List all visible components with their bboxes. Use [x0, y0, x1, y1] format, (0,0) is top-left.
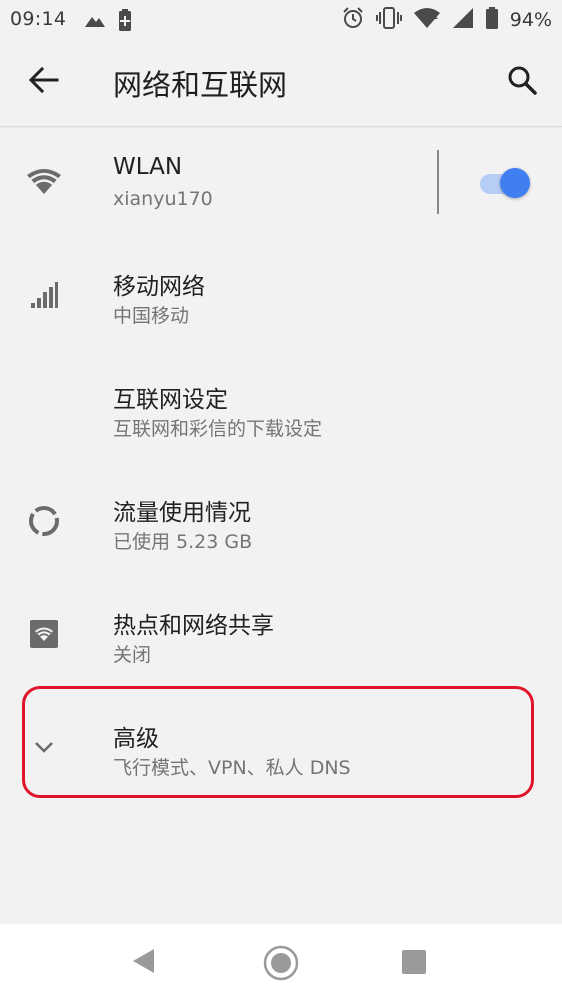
status-bar: 09:14 94% [0, 0, 562, 40]
app-bar: 网络和互联网 [0, 40, 562, 127]
setting-wlan[interactable]: WLAN xianyu170 [0, 126, 562, 239]
setting-title: 互联网设定 [113, 387, 228, 413]
setting-title: 流量使用情况 [113, 500, 251, 526]
setting-summary: 关闭 [113, 644, 152, 666]
setting-title: 移动网络 [113, 274, 205, 300]
setting-summary: 已使用 5.23 GB [113, 531, 253, 553]
data-usage-icon [22, 501, 66, 541]
cellular-signal-icon [22, 275, 66, 315]
status-time: 09:14 [10, 8, 67, 30]
setting-summary: xianyu170 [113, 188, 213, 210]
page-title: 网络和互联网 [113, 68, 288, 102]
settings-list: WLAN xianyu170 移动网络 中国移动 互联网设定 互联网和彩信的下载… [0, 126, 562, 804]
nav-home-icon[interactable] [262, 944, 300, 986]
toggle-thumb [500, 168, 530, 198]
status-left-icons [84, 9, 132, 35]
search-button[interactable] [498, 58, 546, 106]
arrow-back-icon [28, 66, 59, 97]
setting-title: 高级 [113, 726, 159, 752]
setting-summary: 飞行模式、VPN、私人 DNS [113, 757, 351, 779]
setting-mobile-network[interactable]: 移动网络 中国移动 [0, 239, 562, 352]
mountain-icon [84, 12, 106, 32]
wlan-toggle[interactable] [478, 168, 532, 198]
wifi-icon [22, 162, 66, 202]
battery-icon [485, 7, 498, 33]
setting-summary: 中国移动 [113, 305, 190, 327]
setting-hotspot[interactable]: 热点和网络共享 关闭 [0, 578, 562, 691]
setting-summary: 互联网和彩信的下载设定 [113, 418, 323, 440]
toggle-divider [437, 150, 439, 214]
vibrate-icon [375, 7, 402, 33]
chevron-down-icon [22, 727, 66, 767]
hotspot-icon [22, 614, 66, 654]
wifi-icon [413, 7, 440, 33]
battery-saver-icon [118, 9, 132, 35]
cellular-icon [452, 7, 474, 33]
search-icon [507, 65, 537, 99]
nav-recents-icon[interactable] [402, 950, 426, 974]
back-button[interactable] [20, 58, 68, 106]
setting-internet[interactable]: 互联网设定 互联网和彩信的下载设定 [0, 352, 562, 465]
setting-title: WLAN [113, 154, 183, 180]
setting-title: 热点和网络共享 [113, 613, 274, 639]
setting-advanced[interactable]: 高级 飞行模式、VPN、私人 DNS [0, 691, 562, 804]
status-right-icons: 94% [342, 7, 552, 33]
battery-percent: 94% [509, 9, 552, 31]
alarm-icon [342, 7, 364, 33]
nav-back-icon[interactable] [128, 946, 158, 980]
setting-data-usage[interactable]: 流量使用情况 已使用 5.23 GB [0, 465, 562, 578]
nav-bar [0, 924, 562, 1000]
